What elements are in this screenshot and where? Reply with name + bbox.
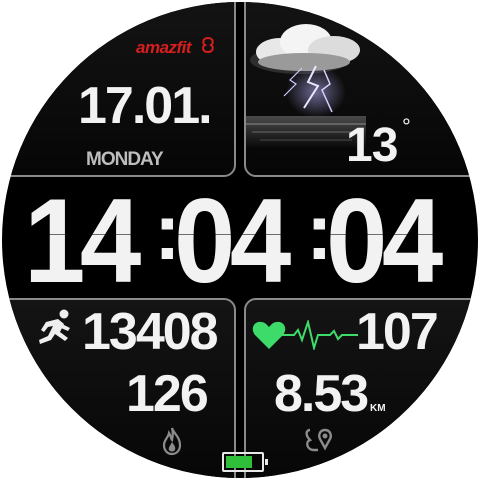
watch-face: amazfit 17.01. MONDAY 13 ° 14: 04: 04 …: [0, 0, 480, 480]
steps-value: 13408: [82, 303, 219, 361]
degree-symbol: °: [402, 114, 411, 139]
temperature-value: 13: [346, 119, 398, 172]
battery-level-fill: [226, 456, 252, 468]
amazfit-logo: amazfit: [136, 38, 192, 57]
heart-icon: [252, 321, 286, 349]
time-seconds: 04: [326, 174, 443, 308]
calories-value: 126: [126, 365, 209, 423]
time-hours: 14: [24, 174, 141, 308]
heart-rate-value: 107: [356, 303, 439, 361]
battery-icon: [222, 452, 268, 472]
flame-icon: [162, 427, 182, 456]
weekday-label: MONDAY: [86, 149, 164, 170]
watch-face-dial: amazfit 17.01. MONDAY 13 ° 14: 04: 04 …: [2, 2, 478, 478]
time-display: 14 : 04 : 04: [24, 172, 460, 308]
running-man-icon: [39, 309, 70, 344]
distance-value: 8.53: [274, 365, 369, 423]
date-day-month: 17.01.: [78, 77, 213, 135]
time-split-line: [24, 234, 460, 235]
battery-terminal: [265, 459, 268, 465]
amazfit-logo-icon: [202, 36, 214, 54]
route-pin-icon: [305, 428, 332, 452]
distance-unit: KM: [370, 403, 386, 414]
ecg-line-icon: [282, 320, 358, 350]
time-minutes: 04: [174, 174, 291, 308]
